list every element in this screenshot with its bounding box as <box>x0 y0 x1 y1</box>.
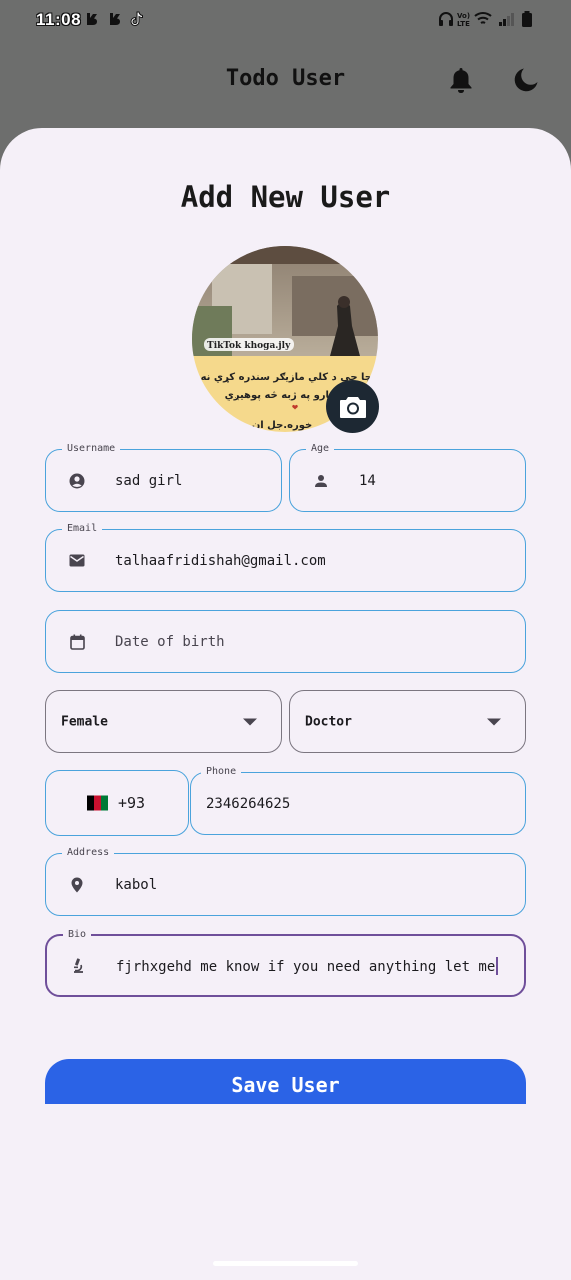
battery-icon <box>521 11 533 32</box>
home-indicator[interactable] <box>213 1261 358 1266</box>
microscope-icon <box>69 957 87 975</box>
save-user-button[interactable]: Save User <box>45 1059 526 1104</box>
age-field[interactable]: Age 14 <box>289 442 526 512</box>
camera-icon <box>339 396 366 418</box>
wifi-icon <box>474 11 492 31</box>
address-label: Address <box>62 846 115 860</box>
phone-field[interactable]: Phone 2346264625 <box>190 765 526 835</box>
headphones-icon <box>438 11 454 31</box>
moon-icon <box>514 68 538 92</box>
phone-label: Phone <box>201 765 242 779</box>
volte-icon: Vo) LTE <box>457 12 471 28</box>
age-label: Age <box>306 442 335 456</box>
signal-icon <box>498 11 516 31</box>
dropdown-arrow-icon <box>487 718 501 725</box>
profession-selected: Doctor <box>305 714 352 729</box>
person-icon <box>312 472 330 490</box>
email-label: Email <box>62 522 103 536</box>
country-code-value: +93 <box>118 794 146 812</box>
notification-b-icon <box>84 11 100 31</box>
age-input[interactable]: 14 <box>359 473 376 489</box>
theme-toggle-button[interactable] <box>508 62 544 98</box>
mail-icon <box>68 552 86 570</box>
email-field[interactable]: Email talhaafridishah@gmail.com <box>45 522 526 592</box>
bio-field[interactable]: Bio fjrhxgehd me know if you need anythi… <box>45 928 526 997</box>
bio-label: Bio <box>63 928 92 942</box>
location-pin-icon <box>68 876 86 894</box>
username-label: Username <box>62 442 121 456</box>
avatar-watermark: TikTok khoga.jly <box>207 341 291 351</box>
dob-input[interactable]: Date of birth <box>115 634 225 650</box>
dob-field[interactable]: Date of birth <box>45 610 526 673</box>
account-circle-icon <box>68 472 86 490</box>
country-code-picker[interactable]: +93 <box>45 770 189 836</box>
change-photo-button[interactable] <box>326 380 379 433</box>
calendar-icon <box>68 633 86 651</box>
gender-selected: Female <box>61 714 108 729</box>
bio-input[interactable]: fjrhxgehd me know if you need anything l… <box>116 956 499 975</box>
dropdown-arrow-icon <box>243 718 257 725</box>
notifications-button[interactable] <box>443 62 479 98</box>
page-title: Add New User <box>180 180 391 214</box>
notification-b-icon <box>107 11 123 31</box>
tiktok-icon <box>129 11 145 31</box>
app-title: Todo User <box>225 66 346 91</box>
phone-input[interactable]: 2346264625 <box>206 796 290 812</box>
status-bar: 11:08 Vo) LTE <box>0 0 571 44</box>
address-field[interactable]: Address kabol <box>45 846 526 916</box>
status-time: 11:08 <box>36 10 82 29</box>
address-input[interactable]: kabol <box>115 877 157 893</box>
profession-dropdown[interactable]: Doctor <box>289 690 526 753</box>
svg-text:❤: ❤ <box>292 402 298 413</box>
afghanistan-flag-icon <box>87 795 108 811</box>
username-input[interactable]: sad girl <box>115 473 182 489</box>
email-input[interactable]: talhaafridishah@gmail.com <box>115 553 326 569</box>
username-field[interactable]: Username sad girl <box>45 442 282 512</box>
text-cursor <box>496 956 499 975</box>
bell-icon <box>450 68 472 93</box>
gender-dropdown[interactable]: Female <box>45 690 282 753</box>
